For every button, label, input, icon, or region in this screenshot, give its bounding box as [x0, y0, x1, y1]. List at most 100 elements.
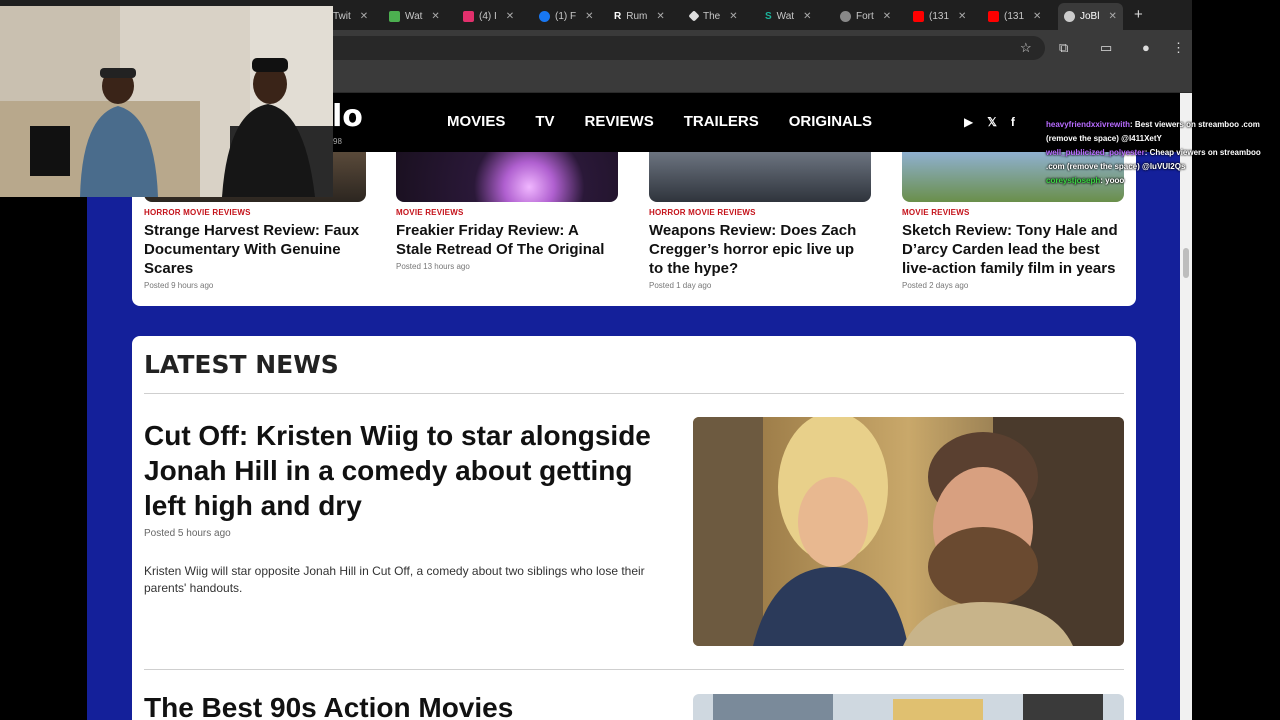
site-favicon-icon — [1064, 11, 1075, 22]
browser-tab[interactable]: (131 ✕ — [913, 5, 966, 27]
divider — [144, 669, 1124, 670]
browser-tab[interactable]: Twit ✕ — [333, 5, 368, 27]
youtube-icon — [913, 10, 924, 22]
review-item[interactable]: HORROR MOVIE REVIEWS Weapons Review: Doe… — [649, 152, 871, 290]
article-excerpt: Kristen Wiig will star opposite Jonah Hi… — [144, 564, 645, 595]
tab-label: Twit — [333, 10, 351, 22]
chat-message: heavyfriendxxivrewith: Best viewers on s… — [1046, 118, 1280, 146]
browser-tab[interactable]: (131 ✕ — [988, 5, 1041, 27]
globe-icon — [840, 10, 851, 22]
chat-text: : yooo — [1100, 176, 1125, 185]
nav-trailers[interactable]: TRAILERS — [684, 113, 759, 130]
article-image[interactable] — [693, 694, 1124, 720]
nav-tv[interactable]: TV — [535, 113, 554, 130]
close-icon[interactable]: ✕ — [585, 11, 593, 22]
menu-kebab-icon[interactable]: ⋮ — [1172, 40, 1185, 56]
webcam-image — [0, 6, 333, 197]
review-category[interactable]: HORROR MOVIE REVIEWS — [144, 208, 366, 217]
article-photo — [693, 694, 1124, 720]
instagram-icon — [463, 10, 474, 22]
youtube-icon[interactable]: ▶ — [964, 115, 973, 129]
close-icon[interactable]: ✕ — [1108, 11, 1116, 22]
close-icon[interactable]: ✕ — [803, 11, 811, 22]
facebook-icon[interactable]: f — [1011, 115, 1015, 129]
tab-label: Rum — [626, 10, 648, 22]
latest-news-card: LATEST NEWS Cut Off: Kristen Wiig to sta… — [132, 336, 1136, 720]
close-icon[interactable]: ✕ — [360, 11, 368, 22]
tab-label: Wat — [405, 10, 423, 22]
close-icon[interactable]: ✕ — [883, 11, 891, 22]
review-thumbnail[interactable] — [396, 152, 618, 202]
tab-label: Wat — [776, 10, 795, 22]
article-title[interactable]: The Best 90s Action Movies — [144, 692, 513, 720]
s-logo-icon: S — [765, 10, 772, 22]
nav-reviews[interactable]: REVIEWS — [585, 113, 654, 130]
chat-username: coreystjoseph — [1046, 176, 1101, 185]
stream-chat-overlay: heavyfriendxxivrewith: Best viewers on s… — [1046, 118, 1280, 188]
profile-icon[interactable]: ● — [1142, 40, 1150, 55]
article-photo — [693, 417, 1124, 646]
tab-label: (1) F — [555, 10, 577, 22]
tab-label: The — [703, 10, 721, 22]
close-icon[interactable]: ✕ — [656, 11, 664, 22]
review-posted: Posted 2 days ago — [902, 281, 969, 290]
browser-tab[interactable]: (1) F ✕ — [539, 5, 594, 27]
rumble-icon: R — [614, 10, 622, 22]
tab-label: Fort — [856, 10, 874, 22]
tab-label: (131 — [929, 10, 950, 22]
review-posted: Posted 1 day ago — [649, 281, 712, 290]
screen: Twit ✕ Wat ✕ (4) I ✕ (1) F ✕ R Rum ✕ The ✕ S Wat… — [0, 0, 1280, 720]
close-icon[interactable]: ✕ — [1033, 11, 1041, 22]
close-icon[interactable]: ✕ — [958, 11, 966, 22]
page-content: HORROR MOVIE REVIEWS Strange Harvest Rev… — [0, 152, 1180, 720]
review-title[interactable]: Freakier Friday Review: A Stale Retread … — [396, 221, 618, 259]
section-title: LATEST NEWS — [144, 350, 339, 379]
close-icon[interactable]: ✕ — [431, 11, 439, 22]
site-logo[interactable]: lo — [332, 99, 363, 134]
url-input[interactable] — [300, 36, 1045, 60]
webcam-overlay — [0, 6, 333, 197]
review-category[interactable]: MOVIE REVIEWS — [396, 208, 618, 217]
article-posted: Posted 5 hours ago — [144, 528, 231, 539]
facebook-icon — [539, 10, 550, 22]
review-posted: Posted 13 hours ago — [396, 262, 470, 271]
review-title[interactable]: Strange Harvest Review: Faux Documentary… — [144, 221, 366, 278]
tab-label: JoBl — [1080, 11, 1100, 22]
browser-tab[interactable]: Fort ✕ — [840, 5, 891, 27]
chat-username: heavyfriendxxivrewith — [1046, 120, 1131, 129]
nav-originals[interactable]: ORIGINALS — [789, 113, 872, 130]
main-nav: MOVIES TV REVIEWS TRAILERS ORIGINALS — [447, 113, 872, 130]
article-image[interactable] — [693, 417, 1124, 646]
close-icon[interactable]: ✕ — [729, 11, 737, 22]
nav-movies[interactable]: MOVIES — [447, 113, 505, 130]
x-icon[interactable]: 𝕏 — [987, 115, 997, 129]
browser-tab[interactable]: Wat ✕ — [389, 5, 440, 27]
social-links: ▶ 𝕏 f — [964, 115, 1015, 129]
favicon-icon — [389, 10, 400, 22]
new-tab-icon[interactable]: + — [1134, 6, 1143, 23]
chat-message: well_publicized_polyester: Cheap viewers… — [1046, 146, 1280, 174]
browser-tab[interactable]: (4) I ✕ — [463, 5, 514, 27]
close-icon[interactable]: ✕ — [506, 11, 514, 22]
review-item[interactable]: MOVIE REVIEWS Freakier Friday Review: A … — [396, 152, 618, 271]
chat-message: coreystjoseph: yooo — [1046, 174, 1280, 188]
extensions-icon[interactable]: ⧉ — [1059, 40, 1068, 56]
chat-username: well_publicized_polyester — [1046, 148, 1145, 157]
browser-tab[interactable]: S Wat ✕ — [765, 5, 811, 27]
article-title[interactable]: Cut Off: Kristen Wiig to star alongside … — [144, 418, 674, 523]
site-logo-sub: 98 — [333, 137, 342, 146]
browser-tab[interactable]: R Rum ✕ — [614, 5, 665, 27]
bookmark-star-icon[interactable]: ☆ — [1020, 40, 1032, 56]
review-title[interactable]: Sketch Review: Tony Hale and D’arcy Card… — [902, 221, 1124, 278]
review-category[interactable]: MOVIE REVIEWS — [902, 208, 1124, 217]
tab-label: (4) I — [479, 10, 497, 22]
cast-icon[interactable]: ▭ — [1100, 40, 1112, 56]
browser-tab-active[interactable]: JoBl ✕ — [1058, 3, 1123, 30]
review-posted: Posted 9 hours ago — [144, 281, 214, 290]
review-title[interactable]: Weapons Review: Does Zach Cregger’s horr… — [649, 221, 871, 278]
review-thumbnail[interactable] — [649, 152, 871, 202]
scrollbar-thumb[interactable] — [1183, 248, 1189, 278]
review-category[interactable]: HORROR MOVIE REVIEWS — [649, 208, 871, 217]
browser-tab[interactable]: The ✕ — [688, 5, 738, 27]
diamond-icon — [688, 10, 700, 22]
